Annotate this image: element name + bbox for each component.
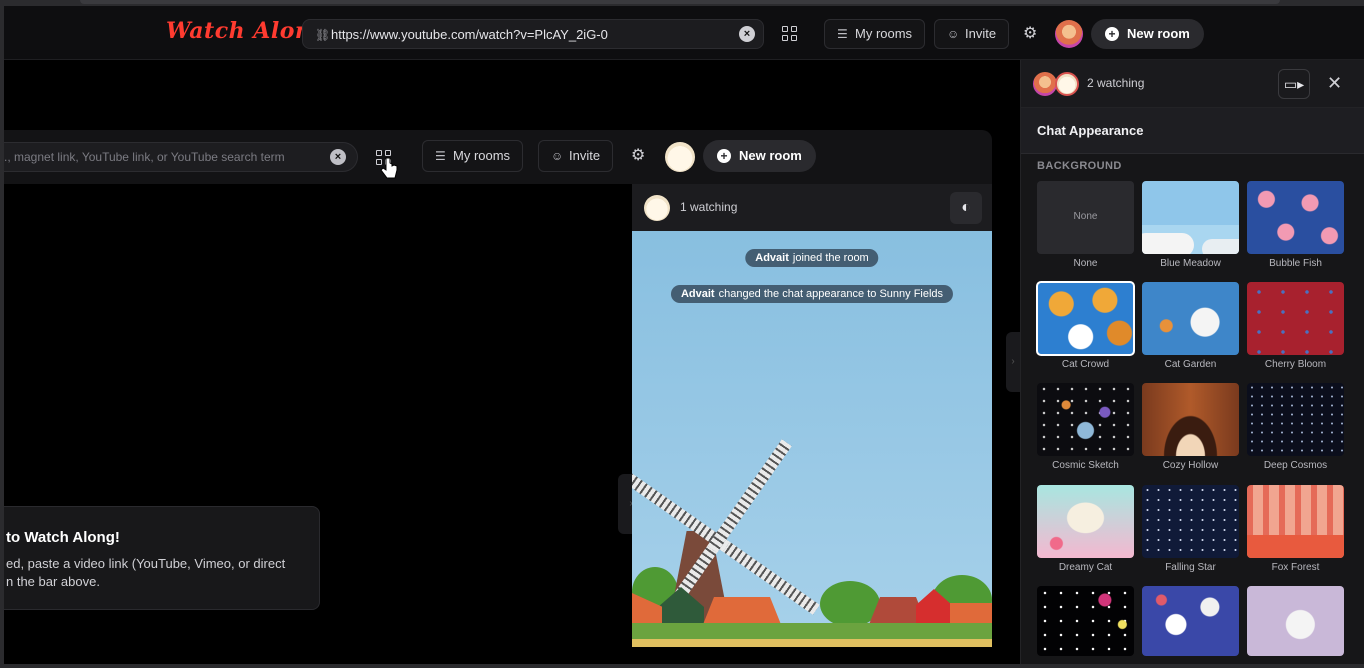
url-input[interactable]: ⛓ https://www.youtube.com/watch?v=PlcAY_… xyxy=(302,19,764,49)
tile-blue-meadow[interactable] xyxy=(1142,181,1239,254)
tile-label: Cosmic Sketch xyxy=(1052,460,1119,471)
tile-cat-crowd[interactable] xyxy=(1036,281,1135,356)
inner-watching-count: 1 watching xyxy=(680,200,738,214)
inner-video-area: to Watch Along! ed, paste a video link (… xyxy=(4,184,644,650)
inner-invite-label: Invite xyxy=(569,148,601,163)
tile-label: Blue Meadow xyxy=(1160,258,1221,269)
message-text: changed the chat appearance to Sunny Fie… xyxy=(718,288,944,300)
tile-seashells[interactable] xyxy=(1142,586,1239,656)
inner-invite-button[interactable]: ☺ Invite xyxy=(538,140,614,172)
window-frame-bottom xyxy=(0,664,1364,668)
watching-count: 2 watching xyxy=(1087,76,1145,90)
plus-icon: + xyxy=(1105,27,1119,41)
inner-chat-header: 1 watching ◐ xyxy=(632,184,992,231)
tile-label: Cozy Hollow xyxy=(1162,460,1219,471)
panel-collapse-handle[interactable]: › xyxy=(1006,332,1020,392)
inner-my-rooms-label: My rooms xyxy=(453,148,511,163)
welcome-title: to Watch Along! xyxy=(6,529,120,546)
tile-none-text: None xyxy=(1073,211,1098,222)
tile-fox-forest[interactable] xyxy=(1247,485,1344,558)
tile-cosmic-sketch[interactable] xyxy=(1037,383,1134,456)
chat-appearance-panel: 2 watching ▭▸ ✕ Chat Appearance BACKGROU… xyxy=(1020,60,1364,664)
grid-icon[interactable] xyxy=(782,26,798,42)
database-icon: ☰ xyxy=(837,27,848,41)
welcome-line-1: ed, paste a video link (YouTube, Vimeo, … xyxy=(6,556,286,571)
my-rooms-label: My rooms xyxy=(855,26,913,41)
new-room-label: New room xyxy=(1127,26,1190,41)
inner-toolbar: ., magnet link, YouTube link, or YouTube… xyxy=(4,130,992,184)
inner-gear-icon[interactable]: ⚙ xyxy=(631,148,647,164)
inner-chat-panel: 1 watching ◐ Advait joined the room Advai… xyxy=(632,184,992,650)
tile-label: Cat Crowd xyxy=(1061,359,1110,370)
mouse-cursor-icon xyxy=(380,157,398,179)
user-avatar[interactable] xyxy=(1055,20,1083,48)
tile-label: None xyxy=(1073,258,1098,269)
add-user-icon: ☺ xyxy=(947,27,960,41)
tile-cozy-hollow[interactable] xyxy=(1142,383,1239,456)
new-room-button[interactable]: + New room xyxy=(1091,19,1204,49)
welcome-text: ed, paste a video link (YouTube, Vimeo, … xyxy=(6,555,306,591)
inner-new-room-label: New room xyxy=(739,148,802,163)
tile-dreamy-cat[interactable] xyxy=(1037,485,1134,558)
panel-header: 2 watching ▭▸ ✕ xyxy=(1021,60,1364,108)
tile-cat-garden[interactable] xyxy=(1142,282,1239,355)
tile-label: Fox Forest xyxy=(1271,562,1320,573)
video-camera-icon[interactable]: ▭▸ xyxy=(1278,69,1310,99)
welcome-card: to Watch Along! ed, paste a video link (… xyxy=(4,506,320,610)
tile-cherry-bloom[interactable] xyxy=(1247,282,1344,355)
tile-none[interactable]: None xyxy=(1037,181,1134,254)
tile-deep-cosmos[interactable] xyxy=(1247,383,1344,456)
tile-doodle[interactable] xyxy=(1247,586,1344,656)
inner-add-user-icon: ☺ xyxy=(551,149,564,163)
message-text: joined the room xyxy=(792,252,869,264)
tile-bubble-fish[interactable] xyxy=(1247,181,1344,254)
inner-clear-button[interactable]: × xyxy=(330,149,346,165)
inner-search-input[interactable]: ., magnet link, YouTube link, or YouTube… xyxy=(4,142,358,172)
tile-space[interactable] xyxy=(1037,586,1134,656)
appearance-header: Chat Appearance xyxy=(1021,108,1364,154)
field xyxy=(632,639,992,647)
scroll-fade xyxy=(1021,656,1364,664)
background-section-label: BACKGROUND xyxy=(1037,160,1122,172)
tile-label: Dreamy Cat xyxy=(1058,562,1113,573)
tile-label: Deep Cosmos xyxy=(1263,460,1328,471)
app-window: Watch Along ⛓ https://www.youtube.com/wa… xyxy=(0,0,1364,668)
inner-search-placeholder: ., magnet link, YouTube link, or YouTube… xyxy=(4,150,285,164)
tile-label: Cat Garden xyxy=(1164,359,1217,370)
windmill-blade xyxy=(707,439,792,553)
clear-url-button[interactable]: × xyxy=(739,26,755,42)
invite-button[interactable]: ☺ Invite xyxy=(934,19,1010,49)
url-input-value[interactable]: https://www.youtube.com/watch?v=PlcAY_2i… xyxy=(331,27,608,42)
sunny-fields-background: Advait joined the room Advait changed the … xyxy=(632,231,992,647)
welcome-line-2: n the bar above. xyxy=(6,574,100,589)
top-header: Watch Along ⛓ https://www.youtube.com/wa… xyxy=(4,6,1364,60)
palette-icon[interactable]: ◐ xyxy=(950,192,982,224)
shared-screen: ., magnet link, YouTube link, or YouTube… xyxy=(4,130,992,650)
viewer-avatar xyxy=(1033,72,1057,96)
tile-label: Falling Star xyxy=(1165,562,1216,573)
gear-icon[interactable]: ⚙ xyxy=(1023,26,1039,42)
link-icon: ⛓ xyxy=(315,28,331,42)
inner-plus-icon: + xyxy=(717,149,731,163)
inner-new-room-button[interactable]: + New room xyxy=(703,140,816,172)
my-rooms-button[interactable]: ☰ My rooms xyxy=(824,19,926,49)
inner-chat-avatar xyxy=(644,195,670,221)
inner-avatar[interactable] xyxy=(665,142,695,172)
tile-falling-star[interactable] xyxy=(1142,485,1239,558)
close-icon[interactable]: ✕ xyxy=(1327,73,1342,93)
message-user: Advait xyxy=(755,252,789,264)
tile-label: Cherry Bloom xyxy=(1264,359,1327,370)
invite-label: Invite xyxy=(965,26,997,41)
system-message: Advait joined the room xyxy=(745,249,879,267)
viewer-avatar xyxy=(1055,72,1079,96)
tile-label: Bubble Fish xyxy=(1269,258,1322,269)
message-user: Advait xyxy=(680,288,715,300)
inner-my-rooms-button[interactable]: ☰ My rooms xyxy=(422,140,524,172)
appearance-title: Chat Appearance xyxy=(1037,123,1144,138)
system-message: Advait changed the chat appearance to Sun… xyxy=(670,285,954,303)
inner-database-icon: ☰ xyxy=(435,149,446,163)
